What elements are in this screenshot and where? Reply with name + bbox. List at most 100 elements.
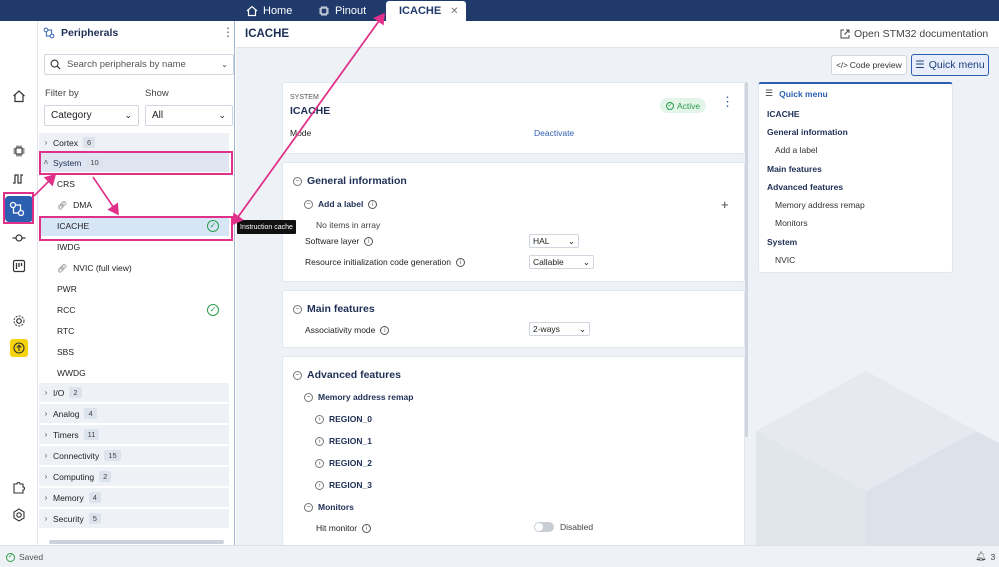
chevron-right-icon: › xyxy=(44,493,48,502)
region-2[interactable]: › REGION_2 xyxy=(315,458,372,468)
mode-deactivate-link[interactable]: Deactivate xyxy=(534,128,574,138)
category-timers[interactable]: › Timers 11 xyxy=(39,425,229,445)
search-placeholder: Search peripherals by name xyxy=(67,59,186,70)
home-icon[interactable] xyxy=(9,86,29,106)
chevron-up-icon: ˄ xyxy=(43,158,49,167)
category-analog[interactable]: › Analog 4 xyxy=(39,404,229,424)
code-icon: </> xyxy=(836,60,848,70)
list-item-nvic[interactable]: 🔗︎ NVIC (full view) xyxy=(39,258,229,278)
category-cortex[interactable]: › Cortex 6 xyxy=(39,133,229,153)
info-icon[interactable]: i xyxy=(362,523,372,533)
info-icon[interactable]: i xyxy=(364,236,374,246)
quick-menu-item[interactable]: Advanced features xyxy=(767,182,843,192)
associativity-select[interactable]: 2-ways ⌄ xyxy=(529,322,590,336)
quick-menu-item[interactable]: Add a label xyxy=(775,145,818,155)
filter-value: Category xyxy=(51,110,92,121)
quick-menu-item[interactable]: ICACHE xyxy=(767,109,800,119)
add-label-header[interactable]: − Add a label i xyxy=(304,199,378,209)
code-preview-button[interactable]: </> Code preview xyxy=(831,55,907,75)
region-label: REGION_2 xyxy=(329,458,372,468)
info-icon[interactable]: i xyxy=(380,325,390,335)
chevron-down-icon: ⌄ xyxy=(578,323,586,334)
search-input[interactable]: Search peripherals by name ⌄ xyxy=(44,54,234,75)
resource-init-select[interactable]: Callable ⌄ xyxy=(529,255,594,269)
category-label: Cortex xyxy=(53,137,79,148)
category-system[interactable]: ˄ System 10 xyxy=(39,153,229,173)
quick-menu-button[interactable]: ☰ Quick menu xyxy=(911,54,989,76)
tab-home[interactable]: Home xyxy=(238,0,300,21)
list-item-rcc[interactable]: RCC ✓ xyxy=(39,300,229,320)
vertical-scrollbar[interactable] xyxy=(745,82,748,437)
category-computing[interactable]: › Computing 2 xyxy=(39,467,229,487)
toggle-switch[interactable] xyxy=(534,522,554,532)
collapse-icon: − xyxy=(293,370,302,380)
status-badge: ✓ Active xyxy=(660,98,707,113)
show-select[interactable]: All ⌄ xyxy=(145,105,233,126)
filter-select[interactable]: Category ⌄ xyxy=(44,105,139,126)
region-0[interactable]: › REGION_0 xyxy=(315,414,372,424)
add-icon[interactable]: + xyxy=(721,197,729,212)
list-item-wwdg[interactable]: WWDG xyxy=(39,363,229,383)
category-label: Analog xyxy=(53,408,80,419)
tab-pinout[interactable]: Pinout xyxy=(310,0,374,21)
category-io[interactable]: › I/O 2 xyxy=(39,383,229,403)
quick-menu-item[interactable]: Memory address remap xyxy=(775,200,865,210)
puzzle-icon[interactable] xyxy=(9,477,29,497)
category-label: Connectivity xyxy=(53,450,100,461)
region-3[interactable]: › REGION_3 xyxy=(315,480,372,490)
list-item-iwdg[interactable]: IWDG xyxy=(39,237,229,257)
quick-menu-item[interactable]: General information xyxy=(767,127,848,137)
category-security[interactable]: › Security 5 xyxy=(39,509,229,529)
main-features-header[interactable]: − Main features xyxy=(293,303,375,315)
peripherals-icon[interactable] xyxy=(7,199,27,219)
region-1[interactable]: › REGION_1 xyxy=(315,436,372,446)
main-header: ICACHE Open STM32 documentation xyxy=(236,21,999,48)
documentation-link[interactable]: Open STM32 documentation xyxy=(840,28,988,40)
monitors-header[interactable]: − Monitors xyxy=(304,502,354,512)
list-item-label: PWR xyxy=(57,284,77,294)
status-bar: ✓ Saved 🔔︎ 3 xyxy=(0,545,999,567)
count-badge: 15 xyxy=(104,450,121,461)
menu-icon: ☰ xyxy=(915,59,925,71)
tab-icache[interactable]: ICACHE ✕ xyxy=(386,1,466,21)
notifications[interactable]: 🔔︎ 3 xyxy=(975,551,995,562)
quick-menu-panel: ☰ Quick menu ICACHE General information … xyxy=(758,82,953,273)
info-icon[interactable]: i xyxy=(456,257,466,267)
settings-icon[interactable] xyxy=(9,311,29,331)
list-item-crs[interactable]: CRS xyxy=(39,174,229,194)
more-options-icon[interactable]: ⋮ xyxy=(222,26,234,38)
connector-icon[interactable] xyxy=(9,228,29,248)
more-options-icon[interactable]: ⋮ xyxy=(721,95,734,108)
memory-remap-header[interactable]: − Memory address remap xyxy=(304,392,413,402)
clock-signal-icon[interactable] xyxy=(9,169,29,189)
list-item-icache[interactable]: ICACHE ✓ xyxy=(39,216,229,236)
list-item-rtc[interactable]: RTC xyxy=(39,321,229,341)
chip-icon[interactable] xyxy=(9,141,29,161)
quick-menu-item[interactable]: Main features xyxy=(767,164,822,174)
general-information-header[interactable]: − General information xyxy=(293,175,407,187)
hit-monitor-toggle[interactable]: Disabled xyxy=(534,522,593,532)
category-memory[interactable]: › Memory 4 xyxy=(39,488,229,508)
check-circle-icon: ✓ xyxy=(207,220,219,232)
info-icon[interactable]: i xyxy=(368,199,378,209)
background-cube-decoration xyxy=(756,371,999,545)
board-icon[interactable] xyxy=(9,256,29,276)
category-label: I/O xyxy=(53,387,65,398)
horizontal-scrollbar[interactable] xyxy=(49,540,224,544)
close-icon[interactable]: ✕ xyxy=(450,6,458,17)
list-item-dma[interactable]: 🔗︎ DMA xyxy=(39,195,229,215)
quick-menu-item[interactable]: System xyxy=(767,237,797,247)
collapse-icon: − xyxy=(304,199,313,209)
chevron-down-icon: ⌄ xyxy=(221,60,228,69)
advanced-features-header[interactable]: − Advanced features xyxy=(293,369,401,381)
upload-icon[interactable] xyxy=(9,338,29,358)
quick-menu-item[interactable]: Monitors xyxy=(775,218,808,228)
category-connectivity[interactable]: › Connectivity 15 xyxy=(39,446,229,466)
list-item-sbs[interactable]: SBS xyxy=(39,342,229,362)
gear-icon[interactable] xyxy=(9,505,29,525)
saved-status: ✓ Saved xyxy=(6,552,43,562)
collapse-icon: − xyxy=(304,502,313,512)
software-layer-select[interactable]: HAL ⌄ xyxy=(529,234,579,248)
list-item-pwr[interactable]: PWR xyxy=(39,279,229,299)
quick-menu-item[interactable]: NVIC xyxy=(775,255,795,265)
